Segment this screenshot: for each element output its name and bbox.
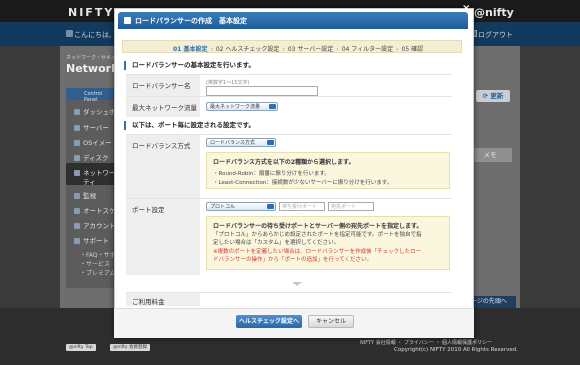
step-chevron-icon: › bbox=[210, 46, 213, 53]
disk-icon bbox=[74, 155, 80, 161]
wizard-steps: 01 基本設定 › 02 ヘルスチェック設定 › 03 サーバー設定 › 04 フィルター設… bbox=[122, 40, 462, 53]
lb-method-select[interactable]: ロードバランス方式 bbox=[206, 138, 276, 147]
account-icon bbox=[74, 223, 80, 229]
autoscale-icon bbox=[74, 208, 80, 214]
dashboard-icon bbox=[74, 109, 80, 115]
protocol-select[interactable]: プロトコル bbox=[206, 202, 276, 211]
port-label: ポート設定 bbox=[126, 199, 200, 275]
logout-link[interactable]: ログアウト bbox=[478, 30, 513, 40]
step-chevron-icon: › bbox=[396, 46, 399, 53]
lb-method-info-least-connection: ・Least-Connection：接続数が少ないサーバーに振り分けを行います。 bbox=[213, 180, 393, 186]
page-title: Network bbox=[66, 62, 119, 75]
greeting-text: こんにちは, bbox=[74, 31, 112, 39]
sidebar-item-autoscale[interactable]: オートスケ bbox=[74, 205, 116, 215]
sidebar-item-monitor[interactable]: 監視 bbox=[74, 190, 96, 200]
sidebar-sub-service[interactable]: ・サービス bbox=[80, 259, 110, 268]
dialog-content: ロードバランサーの基本設定を行います。 ロードバランサー名 (英数字1〜15文字… bbox=[124, 58, 456, 306]
lb-name-hint: (英数字1〜15文字) bbox=[206, 80, 250, 86]
lb-method-info-title: ロードバランス方式を以下の2種類から選択します。 bbox=[213, 159, 355, 166]
lb-name-label: ロードバランサー名 bbox=[126, 75, 200, 97]
port-info-title: ロードバランサーの待ち受けポートとサーバー側の宛先ポートを指定します。 bbox=[213, 223, 423, 230]
network-icon bbox=[74, 170, 80, 176]
lb-name-input[interactable] bbox=[206, 86, 318, 96]
footer-company-button[interactable]: @nifty 会員登録 bbox=[110, 344, 150, 351]
os-image-icon bbox=[74, 140, 80, 146]
step-confirm: 05 確認 bbox=[401, 46, 424, 53]
scroll-down-chevron-icon bbox=[292, 282, 302, 286]
refresh-button[interactable]: ⟳ 更新 bbox=[476, 90, 510, 102]
row-lb-name: ロードバランサー名 (英数字1〜15文字) bbox=[126, 74, 452, 97]
lb-port-input[interactable]: 待ち受けポート bbox=[279, 202, 325, 211]
step-chevron-icon: › bbox=[336, 46, 339, 53]
dialog-title: ロードバランサーの作成 基本設定 bbox=[135, 17, 247, 25]
footer-links[interactable]: NIFTY 会社情報 ・ プライバシー ・ 個人情報保護ポリシー bbox=[360, 339, 492, 346]
max-traffic-label: 最大ネットワーク流量 bbox=[126, 97, 200, 117]
memo-column-header: メモ bbox=[468, 148, 512, 162]
port-info-line-2: 定したい場合は「カスタム」を選択してください。 bbox=[213, 240, 340, 246]
home-icon bbox=[66, 30, 73, 37]
sidebar-item-support[interactable]: サポート bbox=[74, 235, 109, 245]
section-basic-heading: ロードバランサーの基本設定を行います。 bbox=[124, 61, 456, 70]
nifty-logo: NIFTY bbox=[68, 6, 115, 19]
dest-port-input[interactable]: 宛先ポート bbox=[328, 202, 374, 211]
sidebar-item-disk[interactable]: ディスク bbox=[74, 152, 109, 162]
section-port-heading: 以下は、ポート毎に設定される設定です。 bbox=[124, 121, 456, 130]
dialog-title-icon bbox=[124, 17, 131, 24]
sidebar-sub-faq[interactable]: ・FAQ・サポ bbox=[80, 250, 116, 259]
dialog-titlebar: ロードバランサーの作成 基本設定 bbox=[118, 12, 468, 29]
step-chevron-icon: › bbox=[282, 46, 285, 53]
port-info-line-1: 「プロトコル」からあらかじめ設定されたポートを指定可能です。ポートを独自で指 bbox=[213, 232, 422, 238]
monitor-icon bbox=[74, 193, 80, 199]
breadcrumb: ネットワーク・セキュリ bbox=[66, 55, 121, 61]
sidebar-item-os-image[interactable]: OSイメー bbox=[74, 137, 112, 147]
sidebar-header: Control Panel bbox=[66, 88, 116, 103]
step-healthcheck: 02 ヘルスチェック設定 bbox=[215, 46, 280, 53]
row-port: ポート設定 プロトコル 待ち受けポート 宛先ポート ロードバランサーの待ち受けポ… bbox=[126, 198, 452, 275]
sidebar-item-dashboard[interactable]: ダッシュボ bbox=[74, 106, 116, 116]
sidebar-item-server[interactable]: サーバー bbox=[74, 122, 109, 132]
cancel-button[interactable]: キャンセル bbox=[308, 315, 354, 328]
max-traffic-select[interactable]: 最大ネットワーク流量 bbox=[206, 102, 278, 111]
port-info-warning-1: ※複数のポートを定義したい場合は、ロードバランサーを作成後「チェックしたロー bbox=[213, 249, 422, 255]
step-filter: 04 フィルター設定 bbox=[341, 46, 394, 53]
sidebar-sub-premium[interactable]: ・プレミアム bbox=[80, 268, 116, 277]
sidebar-item-network-cont: ティ bbox=[83, 178, 96, 186]
sidebar-item-account[interactable]: アカウント bbox=[74, 220, 116, 230]
lb-method-info-round-robin: ・Round-Robin：順番に振り分けを行います。 bbox=[213, 171, 330, 177]
lb-method-info: ロードバランス方式を以下の2種類から選択します。 ・Round-Robin：順番… bbox=[206, 152, 450, 189]
row-fee: ご利用料金 bbox=[126, 292, 452, 306]
fee-label: ご利用料金 bbox=[126, 293, 200, 306]
support-icon bbox=[74, 238, 80, 244]
server-icon bbox=[74, 125, 80, 131]
lb-method-label: ロードバランス方式 bbox=[126, 135, 200, 199]
step-server: 03 サーバー設定 bbox=[287, 46, 334, 53]
row-max-traffic: 最大ネットワーク流量 最大ネットワーク流量 bbox=[126, 96, 452, 117]
row-lb-method: ロードバランス方式 ロードバランス方式 ロードバランス方式を以下の2種類から選択… bbox=[126, 134, 452, 199]
port-info: ロードバランサーの待ち受けポートとサーバー側の宛先ポートを指定します。 「プロト… bbox=[206, 216, 450, 270]
next-healthcheck-button[interactable]: ヘルスチェック設定へ bbox=[236, 315, 302, 328]
footer-nifty-top-button[interactable]: @nifty Top bbox=[66, 344, 96, 351]
at-nifty-logo: @nifty bbox=[474, 6, 514, 19]
step-basic: 01 基本設定 bbox=[173, 46, 208, 53]
copyright: Copyright(c) NIFTY 2010 All Rights Reser… bbox=[394, 347, 518, 353]
port-info-warning-2: ドバランサーの操作」から「ポートの追加」を行ってください。 bbox=[213, 257, 373, 263]
